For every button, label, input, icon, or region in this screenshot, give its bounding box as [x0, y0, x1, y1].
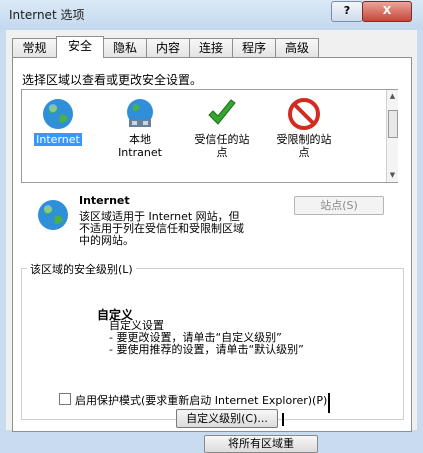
zone-list-scrollbar[interactable]: ▲ ▼	[386, 90, 398, 182]
zone-instruction: 选择区域以查看或更改安全设置。	[22, 73, 203, 87]
tab-security[interactable]: 安全	[56, 36, 104, 58]
custom-level-button[interactable]: 自定义级别(C)...	[176, 409, 278, 428]
text-cursor-mark	[282, 413, 284, 426]
security-level-description: 自定义设置 - 要更改设置，请单击“自定义级别” - 要使用推荐的设置，请单击“…	[109, 320, 304, 356]
level-line3: - 要使用推荐的设置，请单击“默认级别”	[109, 343, 304, 356]
internet-options-dialog: 常规 安全 隐私 内容 连接 程序 高级 选择区域以查看或更改安全设置。 Int…	[6, 30, 417, 453]
tab-general[interactable]: 常规	[12, 38, 57, 57]
zone-label-intranet-1: 本地	[129, 133, 151, 146]
scroll-thumb[interactable]	[388, 110, 398, 138]
tab-content[interactable]: 内容	[146, 38, 190, 57]
zone-label-intranet-2: Intranet	[118, 146, 162, 159]
zone-label-internet: Internet	[34, 133, 82, 146]
close-button[interactable]: X	[362, 1, 412, 22]
protected-mode-checkbox[interactable]	[59, 393, 71, 405]
reset-all-zones-button[interactable]: 将所有区域重	[204, 435, 318, 453]
intranet-globe-icon	[127, 99, 153, 127]
sites-button[interactable]: 站点(S)	[294, 196, 384, 215]
zone-restricted-sites[interactable]: 受限制的站 点	[272, 95, 336, 159]
tab-programs[interactable]: 程序	[232, 38, 276, 57]
zone-label-restricted-1: 受限制的站	[276, 133, 332, 146]
tab-privacy[interactable]: 隐私	[103, 38, 147, 57]
zone-label-restricted-2: 点	[298, 146, 310, 159]
tab-connections[interactable]: 连接	[189, 38, 233, 57]
help-button[interactable]: ?	[331, 1, 363, 22]
restricted-icon	[288, 98, 320, 130]
globe-icon	[43, 99, 73, 129]
scroll-up-arrow-icon[interactable]: ▲	[388, 92, 397, 101]
zone-list: Internet 本地 Intranet 受信任的站 点 受限制的站 点 ▲ ▼	[21, 89, 398, 183]
security-level-legend: 该区域的安全级别(L)	[27, 261, 136, 277]
zone-label-trusted-1: 受信任的站	[194, 133, 250, 146]
selected-zone-description: 该区域适用于 Internet 网站，但 不适用于列在受信任和受限制区域 中的网…	[79, 211, 279, 247]
tab-advanced[interactable]: 高级	[275, 38, 319, 57]
zone-trusted-sites[interactable]: 受信任的站 点	[190, 95, 254, 159]
checkmark-icon	[208, 99, 236, 125]
selected-zone-name: Internet	[79, 194, 130, 207]
protected-mode-option[interactable]: 启用保护模式(要求重新启动 Internet Explorer)(P)	[59, 392, 327, 408]
scroll-down-arrow-icon[interactable]: ▼	[388, 171, 397, 180]
zone-local-intranet[interactable]: 本地 Intranet	[108, 95, 172, 159]
zone-desc-line3: 中的网站。	[79, 234, 134, 247]
zone-internet[interactable]: Internet	[26, 95, 90, 146]
text-cursor-mark	[328, 393, 330, 413]
zone-label-trusted-2: 点	[216, 146, 228, 159]
window-title: Internet 选项	[9, 8, 85, 22]
globe-icon	[38, 200, 68, 230]
protected-mode-label: 启用保护模式(要求重新启动 Internet Explorer)(P)	[75, 394, 328, 407]
title-bar: Internet 选项 ? X	[0, 0, 423, 30]
security-panel: 选择区域以查看或更改安全设置。 Internet 本地 Intranet 受信任…	[12, 57, 412, 453]
